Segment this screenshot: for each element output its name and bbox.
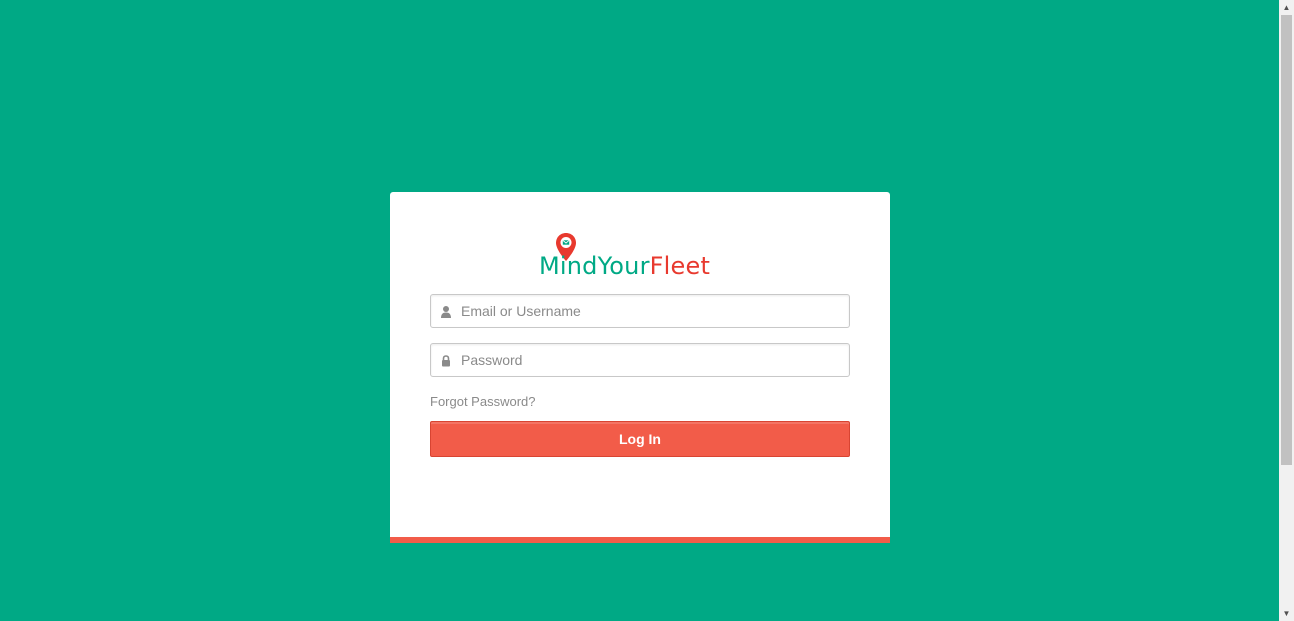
lock-icon bbox=[442, 355, 450, 367]
password-input[interactable] bbox=[461, 344, 841, 376]
password-field[interactable] bbox=[430, 343, 850, 377]
scroll-down-arrow-icon[interactable]: ▼ bbox=[1279, 606, 1294, 621]
brand-name-part1: MindYour bbox=[539, 252, 650, 280]
email-field[interactable] bbox=[430, 294, 850, 328]
brand-name-part2: Fleet bbox=[649, 252, 711, 280]
page-background: MindYourFleet Forgot Password? Log In bbox=[0, 0, 1279, 621]
brand-logo: MindYourFleet bbox=[539, 232, 739, 282]
scroll-up-arrow-icon[interactable]: ▲ bbox=[1279, 0, 1294, 15]
login-card: MindYourFleet Forgot Password? Log In bbox=[390, 192, 890, 543]
user-icon bbox=[441, 306, 451, 318]
vertical-scrollbar[interactable]: ▲ ▼ bbox=[1279, 0, 1294, 621]
login-button[interactable]: Log In bbox=[430, 421, 850, 457]
brand-wordmark: MindYourFleet bbox=[539, 252, 710, 280]
email-input[interactable] bbox=[461, 295, 841, 327]
forgot-password-link[interactable]: Forgot Password? bbox=[430, 394, 536, 409]
scrollbar-thumb[interactable] bbox=[1281, 15, 1292, 465]
